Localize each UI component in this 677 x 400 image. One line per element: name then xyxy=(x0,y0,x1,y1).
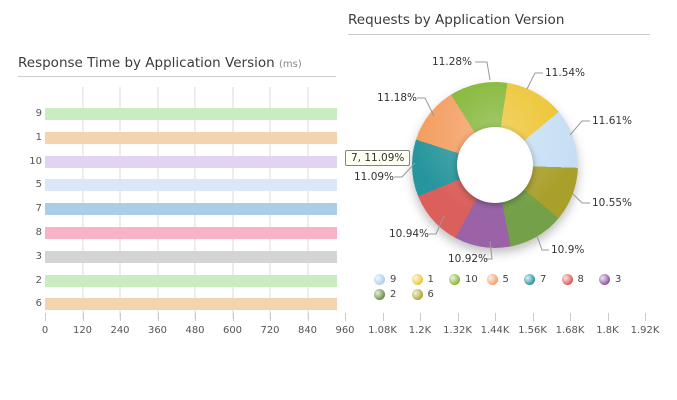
x-axis-tick xyxy=(383,313,384,321)
x-axis-tick xyxy=(345,313,346,321)
x-axis-tick xyxy=(645,313,646,321)
pie-slice-label: 11.18% xyxy=(377,92,417,104)
legend-marker-icon xyxy=(562,274,573,285)
bar-category-label: 9 xyxy=(8,108,42,120)
legend-marker-icon xyxy=(524,274,535,285)
x-axis-tick xyxy=(533,313,534,321)
x-axis-tick xyxy=(270,313,271,321)
x-axis-tick xyxy=(158,313,159,321)
x-axis-tick xyxy=(308,313,309,321)
legend-item-label: 8 xyxy=(578,274,584,285)
bar[interactable] xyxy=(45,203,337,215)
legend-marker-icon xyxy=(412,289,423,300)
x-axis-tick xyxy=(120,313,121,321)
legend-item-label: 3 xyxy=(615,274,621,285)
legend-item-label: 9 xyxy=(390,274,396,285)
legend-item-label: 1 xyxy=(428,274,434,285)
requests-chart-title: Requests by Application Version xyxy=(348,12,564,28)
legend-marker-icon xyxy=(374,289,385,300)
bar-category-label: 2 xyxy=(8,275,42,287)
legend-marker-icon xyxy=(487,274,498,285)
pie-slice-label: 10.92% xyxy=(448,253,488,265)
x-axis-tick xyxy=(458,313,459,321)
response-time-title-text: Response Time by Application Version xyxy=(18,55,275,71)
bar-category-label: 1 xyxy=(8,132,42,144)
pie-slice-label: 11.54% xyxy=(545,67,585,79)
bar[interactable] xyxy=(45,179,337,191)
legend-marker-icon xyxy=(412,274,423,285)
x-axis-tick-label: 1.92K xyxy=(623,325,667,336)
x-axis-tick xyxy=(83,313,84,321)
bar[interactable] xyxy=(45,227,337,239)
response-time-title-rule xyxy=(18,76,336,77)
bar[interactable] xyxy=(45,156,337,168)
pie-slice-label: 11.09% xyxy=(354,171,394,183)
donut-hole xyxy=(457,127,533,203)
x-axis-tick xyxy=(608,313,609,321)
requests-title-rule xyxy=(348,34,650,35)
dashboard: Response Time by Application Version (ms… xyxy=(0,0,677,400)
legend-marker-icon xyxy=(599,274,610,285)
pie-slice-label: 11.61% xyxy=(592,115,632,127)
x-axis-tick xyxy=(420,313,421,321)
pie-slice-label: 11.28% xyxy=(432,56,472,68)
bar-category-label: 5 xyxy=(8,179,42,191)
legend-marker-icon xyxy=(449,274,460,285)
bar-category-label: 8 xyxy=(8,227,42,239)
pie-slice-label: 10.55% xyxy=(592,197,632,209)
response-time-title-unit: (ms) xyxy=(279,59,302,70)
legend-marker-icon xyxy=(374,274,385,285)
bar[interactable] xyxy=(45,251,337,263)
x-axis-tick xyxy=(570,313,571,321)
x-axis-tick xyxy=(45,313,46,321)
bar-category-label: 6 xyxy=(8,298,42,310)
pie-slice-label: 10.94% xyxy=(389,228,429,240)
legend-item-label: 10 xyxy=(465,274,478,285)
bar-category-label: 3 xyxy=(8,251,42,263)
pie-slice-label: 10.9% xyxy=(551,244,591,256)
x-axis-tick xyxy=(495,313,496,321)
bar[interactable] xyxy=(45,275,337,287)
x-axis-tick xyxy=(233,313,234,321)
legend-item-label: 6 xyxy=(428,289,434,300)
bar[interactable] xyxy=(45,108,337,120)
requests-title-text: Requests by Application Version xyxy=(348,12,564,28)
bar[interactable] xyxy=(45,132,337,144)
bar[interactable] xyxy=(45,298,337,310)
bar-category-label: 7 xyxy=(8,203,42,215)
bar-category-label: 10 xyxy=(8,156,42,168)
response-time-chart-title: Response Time by Application Version (ms… xyxy=(18,55,302,71)
legend-item-label: 2 xyxy=(390,289,396,300)
donut-tooltip: 7, 11.09% xyxy=(345,150,410,166)
legend-item-label: 5 xyxy=(503,274,509,285)
legend-item-label: 7 xyxy=(540,274,546,285)
x-axis-tick xyxy=(195,313,196,321)
